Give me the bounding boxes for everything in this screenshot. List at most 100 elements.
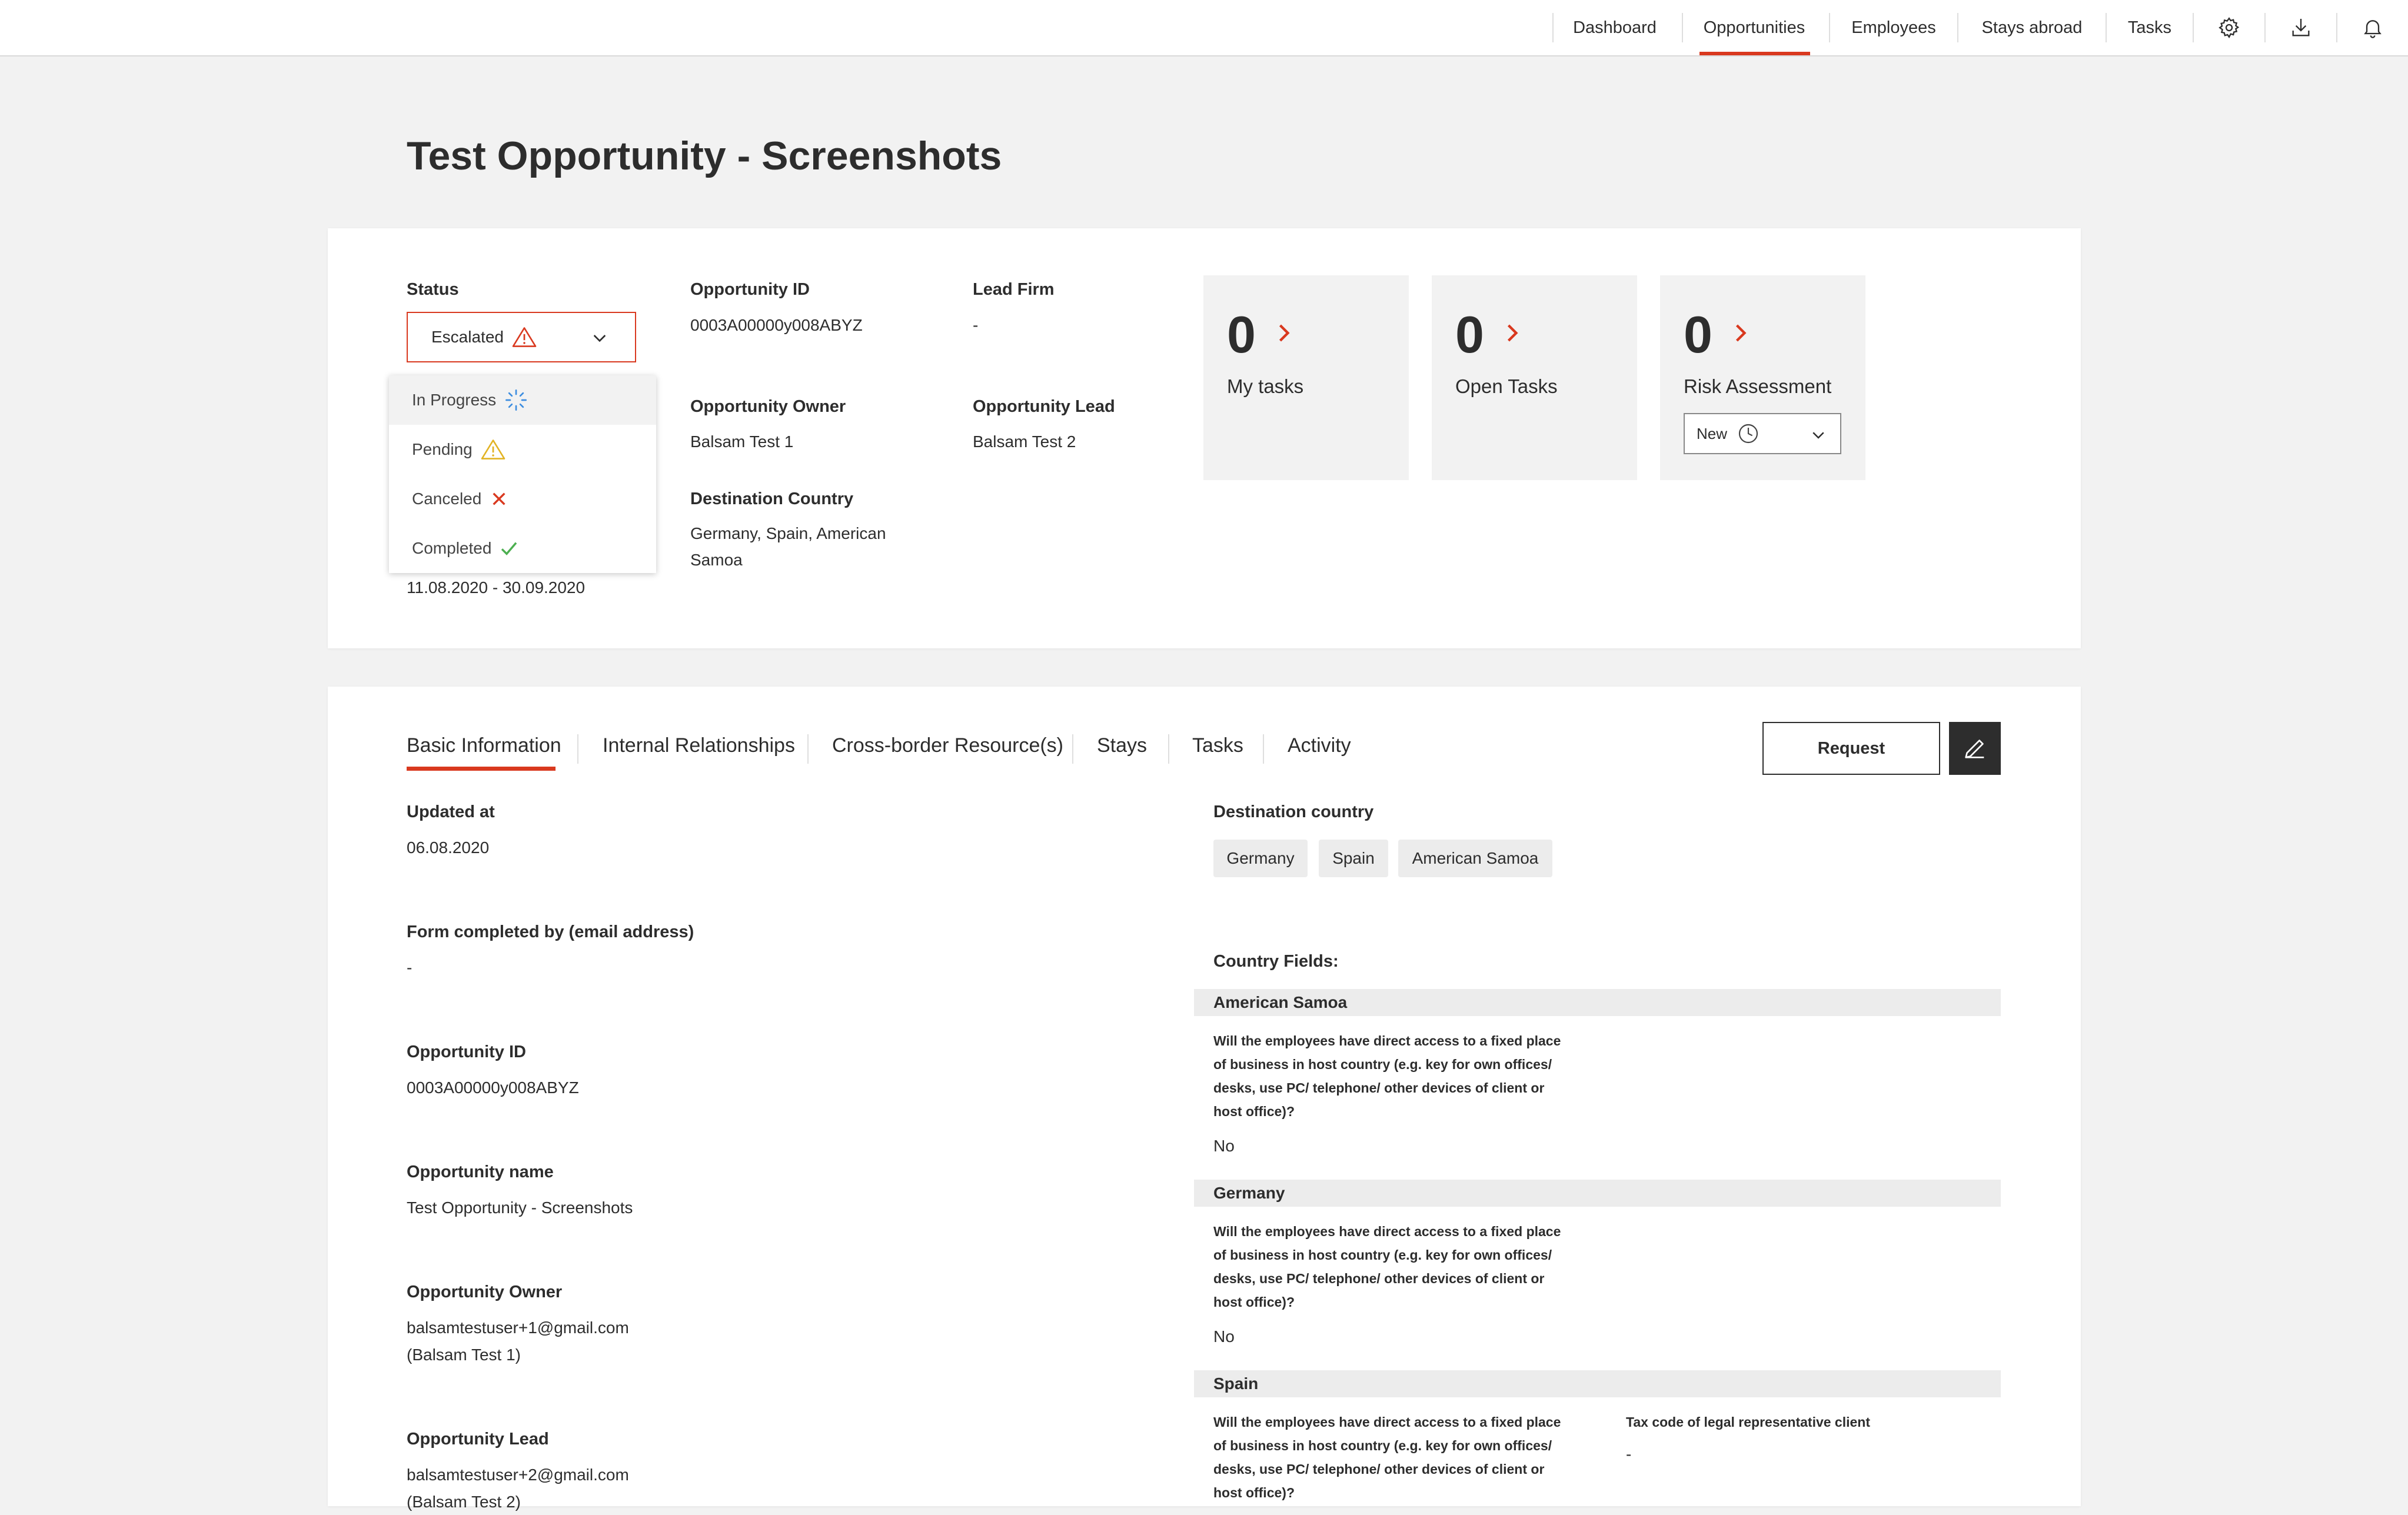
destination-country-section-label: Destination country [1213,803,1374,821]
chevron-down-icon [593,335,606,342]
check-icon [501,542,517,555]
status-option-pending[interactable]: Pending [389,425,656,474]
opp-lead-name: (Balsam Test 2) [407,1493,521,1511]
tab-separator [807,734,809,764]
risk-select-value: New [1697,424,1728,442]
chevron-down-icon [1812,432,1824,439]
tab-separator [1263,734,1264,764]
form-completed-label: Form completed by (email address) [407,923,694,941]
tab-active-indicator [407,767,556,771]
chevron-right-icon [1279,324,1290,342]
my-tasks-count: 0 [1227,305,1256,364]
form-completed-value: - [407,958,413,977]
country-header-american-samoa: American Samoa [1194,989,2001,1016]
my-tasks-label: My tasks [1227,375,1304,397]
opp-id-value: 0003A00000y008ABYZ [407,1078,579,1097]
tab-activity[interactable]: Activity [1288,734,1351,757]
updated-at-value: 06.08.2020 [407,838,490,857]
status-option-canceled[interactable]: Canceled [389,474,656,524]
risk-assessment-select[interactable]: New [1684,413,1841,454]
risk-assessment-label: Risk Assessment [1684,375,1832,397]
fixed-place-question: Will the employees have direct access to… [1213,1224,1561,1310]
tab-separator [1072,734,1073,764]
tax-code-value: - [1626,1445,1632,1463]
tab-tasks[interactable]: Tasks [1192,734,1243,757]
open-tasks-count: 0 [1455,305,1484,364]
destination-country-line2: Samoa [690,551,743,569]
fixed-place-answer: No [1213,1137,1235,1155]
updated-at-label: Updated at [407,803,495,821]
fixed-place-answer: No [1213,1327,1235,1346]
opportunity-owner-label: Opportunity Owner [690,397,846,416]
opportunity-lead-label: Opportunity Lead [973,397,1115,416]
fixed-place-question: Will the employees have direct access to… [1213,1414,1561,1500]
nav-active-indicator [1699,52,1810,55]
tab-separator [577,734,578,764]
country-chip-germany: Germany [1213,840,1308,877]
country-header-spain: Spain [1194,1370,2001,1397]
opp-name-label: Opportunity name [407,1163,554,1181]
status-label: Status [407,280,459,299]
request-button[interactable]: Request [1762,722,1940,775]
lead-firm-value: - [973,316,979,334]
tab-cross-border-resources[interactable]: Cross-border Resource(s) [832,734,1063,757]
opp-lead-label: Opportunity Lead [407,1430,549,1449]
tab-separator [1168,734,1169,764]
risk-assessment-tile[interactable]: 0 Risk Assessment New [1660,275,1865,480]
lead-firm-label: Lead Firm [973,280,1055,299]
opportunity-id-value: 0003A00000y008ABYZ [690,316,863,334]
opp-owner-email: balsamtestuser+1@gmail.com [407,1318,629,1337]
tab-internal-relationships[interactable]: Internal Relationships [603,734,795,757]
open-tasks-label: Open Tasks [1455,375,1558,397]
date-range: 11.08.2020 - 30.09.2020 [407,578,586,597]
opp-name-value: Test Opportunity - Screenshots [407,1198,633,1217]
destination-country-label: Destination Country [690,490,854,508]
x-icon [493,492,505,505]
spinner-icon [505,389,527,411]
my-tasks-tile[interactable]: 0 My tasks [1203,275,1409,480]
nav-item-opportunities[interactable]: Opportunities [1683,0,1825,55]
chevron-right-icon [1507,324,1518,342]
warning-icon [512,327,537,347]
status-option-completed[interactable]: Completed [389,524,656,573]
opp-lead-email: balsamtestuser+2@gmail.com [407,1466,629,1484]
bell-icon[interactable] [2337,0,2408,55]
download-icon[interactable] [2266,0,2336,55]
warning-icon [481,439,505,460]
opp-id-label: Opportunity ID [407,1043,526,1061]
risk-assessment-count: 0 [1684,305,1712,364]
country-fields-label: Country Fields: [1213,952,1339,971]
tax-code-label: Tax code of legal representative client [1626,1414,1870,1430]
opportunity-lead-value: Balsam Test 2 [973,432,1076,451]
nav-item-dashboard[interactable]: Dashboard [1554,0,1676,55]
opportunity-owner-value: Balsam Test 1 [690,432,794,451]
nav-item-employees[interactable]: Employees [1830,0,1957,55]
status-value: Escalated [431,328,504,346]
status-select[interactable]: Escalated [407,312,636,362]
status-option-label: Completed [412,539,492,557]
nav-item-stays-abroad[interactable]: Stays abroad [1958,0,2106,55]
tab-stays[interactable]: Stays [1097,734,1147,757]
pencil-icon [1965,740,1984,758]
status-option-label: Canceled [412,490,482,508]
destination-country-line1: Germany, Spain, American [690,524,886,542]
edit-button[interactable] [1949,722,2001,775]
open-tasks-tile[interactable]: 0 Open Tasks [1432,275,1637,480]
fixed-place-question: Will the employees have direct access to… [1213,1033,1561,1119]
country-chip-american-samoa: American Samoa [1398,840,1552,877]
country-chip-spain: Spain [1319,840,1388,877]
opp-owner-name: (Balsam Test 1) [407,1346,521,1364]
country-header-germany: Germany [1194,1180,2001,1207]
status-option-label: In Progress [412,391,497,409]
opp-owner-label: Opportunity Owner [407,1283,563,1301]
status-option-in-progress[interactable]: In Progress [389,375,656,425]
page-title: Test Opportunity - Screenshots [407,134,1002,178]
nav-item-tasks[interactable]: Tasks [2107,0,2193,55]
opportunity-id-label: Opportunity ID [690,280,810,299]
gear-icon[interactable] [2194,0,2264,55]
top-navigation-bar: Dashboard Opportunities Employees Stays … [0,0,2408,56]
status-dropdown-menu: In Progress Pending Canceled Completed [389,375,656,573]
clock-icon [1738,424,1758,444]
status-option-label: Pending [412,440,473,458]
tab-basic-information[interactable]: Basic Information [407,734,561,757]
